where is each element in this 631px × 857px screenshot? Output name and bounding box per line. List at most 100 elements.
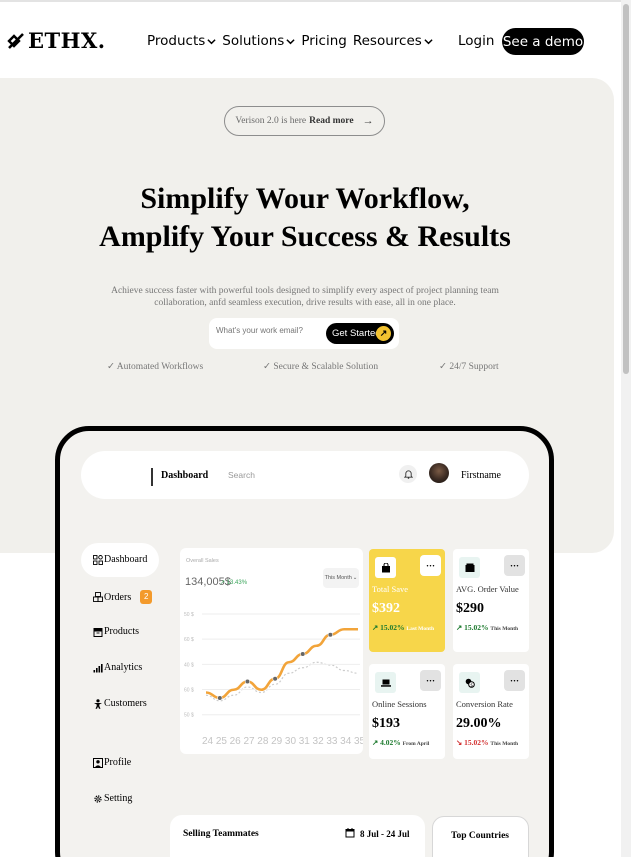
stat-delta-note: From April bbox=[402, 741, 430, 747]
sidebar-item-customers[interactable]: Customers bbox=[93, 698, 147, 709]
get-started-button[interactable]: Get Started ↗ bbox=[326, 323, 394, 344]
nav-products-label: Products bbox=[147, 33, 206, 49]
sidebar-item-analytics[interactable]: Analytics bbox=[93, 662, 142, 673]
sales-chart-card: Overall Sales 134,005$ ↗ 13.43% This Mon… bbox=[180, 548, 363, 754]
stat-delta: ↗ 4.02% From April bbox=[372, 737, 446, 750]
sidebar-label: Products bbox=[104, 626, 139, 637]
nav-solutions[interactable]: Solutions bbox=[222, 33, 295, 49]
nav-products[interactable]: Products bbox=[147, 33, 216, 49]
work-email-input[interactable] bbox=[216, 326, 326, 335]
logo-mark-icon bbox=[7, 32, 24, 49]
get-started-label: Get Started bbox=[332, 328, 381, 339]
nav-resources[interactable]: Resources bbox=[353, 33, 433, 49]
bell-icon[interactable] bbox=[399, 465, 417, 483]
nav-pricing[interactable]: Pricing bbox=[301, 33, 347, 49]
stat-delta-value: 15.02% bbox=[380, 623, 405, 632]
nav-pricing-label: Pricing bbox=[301, 33, 347, 49]
stat-title: Online Sessions bbox=[372, 699, 427, 709]
arrow-icon: ↗ bbox=[376, 326, 391, 341]
sidebar-item-products[interactable]: Products bbox=[93, 626, 139, 637]
calendar-icon[interactable] bbox=[345, 828, 355, 838]
stat-delta: ↗ 15.02% This Month bbox=[456, 622, 530, 635]
email-signup-form: Get Started ↗ bbox=[209, 318, 399, 349]
data-point[interactable] bbox=[244, 678, 251, 685]
sidebar-label: Orders bbox=[104, 591, 132, 603]
browser-top-border bbox=[0, 0, 631, 2]
username[interactable]: Firstname bbox=[461, 470, 501, 481]
page-scrollbar[interactable] bbox=[621, 0, 631, 857]
read-more-link[interactable]: Read more bbox=[309, 116, 353, 126]
stat-card-total-save: ··· Total Save $392 ↗ 15.02% Last Month bbox=[369, 549, 445, 652]
y-tick-label: 50 $ bbox=[184, 713, 194, 719]
sidebar-label: Customers bbox=[104, 698, 147, 709]
hero-headline: Simplify Wour Workflow, Amplify Your Suc… bbox=[0, 180, 610, 256]
stat-delta: ↗ 15.02% Last Month bbox=[372, 622, 446, 635]
stat-card-avg-order-value: ··· AVG. Order Value $290 ↗ 15.02% This … bbox=[453, 549, 529, 652]
stat-delta-value: 15.02% bbox=[464, 738, 489, 747]
stat-card-online-sessions: ··· Online Sessions $193 ↗ 4.02% From Ap… bbox=[369, 664, 445, 759]
headline-line-1: Simplify Wour Workflow, bbox=[140, 182, 470, 215]
sidebar-item-setting[interactable]: Setting bbox=[93, 793, 132, 804]
sidebar-item-profile[interactable]: Profile bbox=[93, 757, 131, 768]
stat-value: 29.00% bbox=[456, 716, 502, 731]
x-tick-label: 34 bbox=[340, 736, 352, 747]
x-tick-label: 32 bbox=[313, 736, 325, 747]
sales-line-chart: 50 $ 60 $ 40 $ 60 $ 50 $ 24 25 26 27 28 29 30 31 32 33… bbox=[184, 612, 363, 747]
login-link[interactable]: Login bbox=[458, 33, 494, 49]
period-select[interactable]: This Month ⌄ bbox=[323, 568, 359, 588]
x-tick-label: 35 bbox=[354, 736, 363, 747]
logo-text: ETHX. bbox=[28, 28, 106, 53]
more-options-button[interactable]: ··· bbox=[420, 670, 441, 691]
sidebar-label: Dashboard bbox=[104, 554, 148, 565]
data-point[interactable] bbox=[217, 695, 223, 701]
orders-count-badge: 2 bbox=[140, 590, 153, 604]
user-avatar[interactable] bbox=[429, 463, 449, 483]
more-options-button[interactable]: ··· bbox=[504, 555, 525, 576]
chevron-down-icon: ⌄ bbox=[352, 575, 358, 581]
see-demo-button[interactable]: See a demo bbox=[502, 28, 584, 55]
more-options-button[interactable]: ··· bbox=[504, 670, 525, 691]
selling-teammates-title: Selling Teammates bbox=[183, 829, 259, 839]
data-point[interactable] bbox=[327, 632, 333, 638]
profile-icon bbox=[93, 757, 103, 768]
dashboard-search-input[interactable]: Search bbox=[228, 470, 255, 480]
feature-secure-scalable: ✓ Secure & Scalable Solution bbox=[263, 362, 379, 372]
stat-delta-note: Last Month bbox=[406, 626, 435, 632]
x-tick-label: 28 bbox=[257, 736, 269, 747]
main-nav: Products Solutions Pricing Resources bbox=[147, 33, 439, 49]
sidebar-label: Analytics bbox=[104, 662, 143, 673]
top-countries-card: Top Countries bbox=[432, 816, 529, 857]
svg-text:$: $ bbox=[470, 682, 473, 688]
x-tick-label: 27 bbox=[243, 736, 255, 747]
sidebar-item-orders[interactable]: Orders 2 bbox=[93, 590, 153, 604]
trend-up-icon: ↗ bbox=[372, 623, 379, 632]
chevron-down-icon bbox=[207, 38, 216, 44]
feature-automated-workflows: ✓ Automated Workflows bbox=[107, 362, 204, 372]
nav-resources-label: Resources bbox=[352, 33, 422, 49]
coins-icon: $ bbox=[459, 672, 480, 693]
hero-subtext: Achieve success faster with powerful too… bbox=[111, 286, 499, 308]
stat-delta-value: 4.02% bbox=[380, 738, 401, 747]
stat-delta-note: This Month bbox=[490, 741, 519, 747]
version-announcement-pill[interactable]: Verison 2.0 is here Read more → bbox=[224, 106, 385, 136]
laptop-icon bbox=[375, 672, 396, 693]
top-countries-title: Top Countries bbox=[451, 831, 509, 841]
sidebar-item-dashboard[interactable]: Dashboard bbox=[93, 554, 147, 565]
y-tick-label: 50 $ bbox=[184, 612, 194, 618]
nav-solutions-label: Solutions bbox=[222, 33, 285, 49]
more-options-button[interactable]: ··· bbox=[420, 555, 441, 576]
wallet-icon bbox=[459, 557, 480, 578]
y-tick-label: 60 $ bbox=[184, 637, 194, 643]
archive-icon bbox=[93, 627, 103, 637]
sales-change: ↗ 13.43% bbox=[220, 580, 248, 586]
y-tick-label: 60 $ bbox=[184, 688, 194, 694]
topbar-divider bbox=[151, 468, 153, 486]
period-select-label: This Month bbox=[324, 575, 352, 581]
boxes-icon bbox=[93, 592, 103, 602]
data-point[interactable] bbox=[272, 676, 278, 682]
scrollbar-thumb[interactable] bbox=[623, 4, 629, 374]
logo[interactable]: ETHX. bbox=[6, 28, 106, 53]
stat-title: AVG. Order Value bbox=[456, 584, 519, 594]
data-point[interactable] bbox=[300, 651, 306, 657]
date-range[interactable]: 8 Jul - 24 Jul bbox=[360, 829, 410, 839]
